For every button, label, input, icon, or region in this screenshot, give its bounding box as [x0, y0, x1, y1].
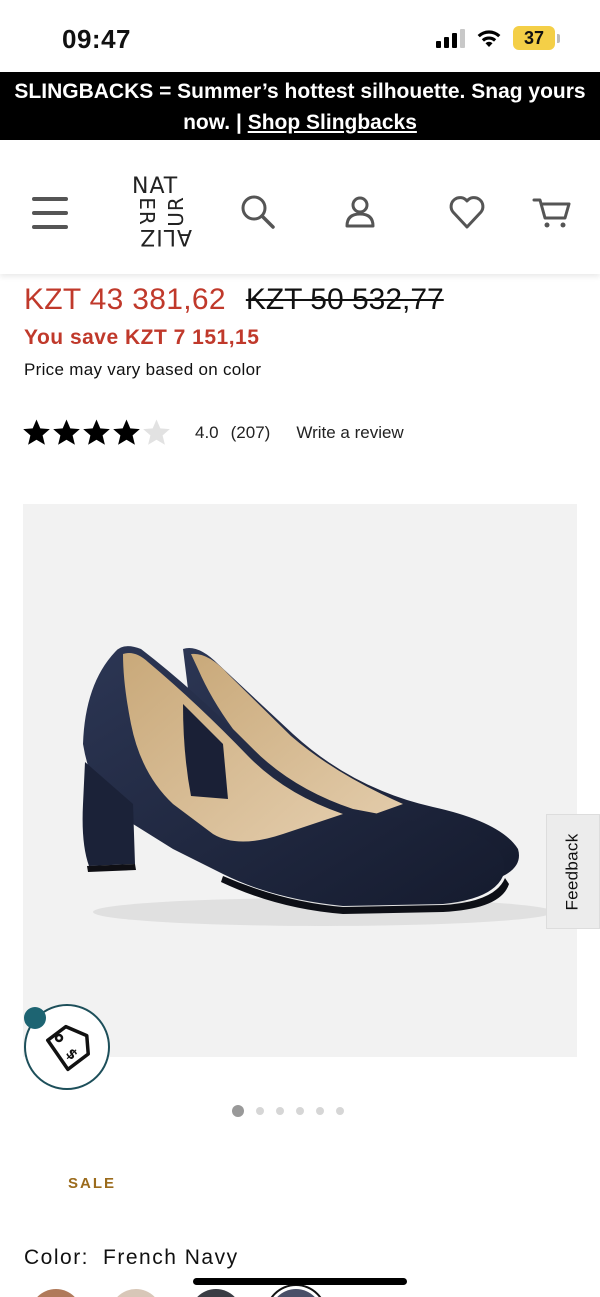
- star-rating[interactable]: [22, 418, 171, 447]
- savings-text: You save KZT 7 151,15: [24, 326, 260, 349]
- color-selection: Color: French Navy: [24, 1246, 239, 1270]
- account-icon[interactable]: [340, 192, 380, 232]
- status-bar: 09:47 37: [0, 0, 600, 72]
- color-swatch[interactable]: [190, 1289, 242, 1297]
- notification-dot: [24, 1007, 46, 1029]
- color-label: Color:: [24, 1246, 90, 1269]
- color-swatch[interactable]: [30, 1289, 82, 1297]
- carousel-dot[interactable]: [256, 1107, 264, 1115]
- color-swatch[interactable]: [110, 1289, 162, 1297]
- feedback-label: Feedback: [563, 832, 582, 911]
- cart-icon[interactable]: [532, 192, 572, 232]
- price-row: KZT 43 381,62 KZT 50 532,77: [24, 283, 444, 317]
- sale-label: SALE: [68, 1175, 117, 1192]
- status-time: 09:47: [62, 24, 131, 54]
- battery-icon: 37: [513, 26, 560, 50]
- site-header: NAT ER UR ALIZ: [0, 140, 600, 274]
- navy-pump-shoes-image: [82, 646, 553, 926]
- feedback-tab[interactable]: Feedback: [546, 814, 600, 929]
- star-filled-icon: [83, 419, 110, 445]
- home-indicator: [193, 1278, 407, 1285]
- heart-icon[interactable]: [447, 192, 487, 232]
- menu-icon[interactable]: [32, 197, 68, 229]
- star-filled-icon: [23, 419, 50, 445]
- status-icons: 37: [436, 26, 560, 50]
- carousel-dot[interactable]: [276, 1107, 284, 1115]
- write-review-link[interactable]: Write a review: [296, 423, 403, 443]
- color-swatch[interactable]: [270, 1289, 322, 1297]
- price-note: Price may vary based on color: [24, 360, 262, 379]
- carousel-dot[interactable]: [336, 1107, 344, 1115]
- battery-level: 37: [513, 26, 555, 50]
- star-filled-icon: [113, 419, 140, 445]
- rating-value: 4.0: [195, 422, 219, 442]
- shop-slingbacks-link[interactable]: Shop Slingbacks: [248, 111, 417, 134]
- carousel-dot[interactable]: [296, 1107, 304, 1115]
- color-value: French Navy: [103, 1246, 239, 1269]
- cellular-signal-icon: [436, 28, 465, 48]
- wifi-icon: [477, 30, 501, 47]
- carousel-dot[interactable]: [316, 1107, 324, 1115]
- original-price: KZT 50 532,77: [245, 283, 444, 316]
- image-carousel-dots: [232, 1105, 344, 1117]
- product-image[interactable]: [23, 504, 577, 1057]
- star-filled-icon: [53, 419, 80, 445]
- promo-banner: SLINGBACKS = Summer’s hottest silhouette…: [0, 72, 600, 140]
- carousel-dot[interactable]: [232, 1105, 244, 1117]
- sale-price: KZT 43 381,62: [24, 283, 226, 316]
- search-icon[interactable]: [238, 192, 278, 232]
- review-count[interactable]: (207): [231, 423, 271, 443]
- color-swatches: [30, 1283, 590, 1297]
- logo-line-2-right: UR: [164, 196, 189, 227]
- rating-row: 4.0 (207) Write a review: [22, 418, 404, 447]
- naturalizer-logo[interactable]: NAT ER UR ALIZ: [132, 174, 192, 249]
- price-tag-icon: $: [46, 1024, 90, 1072]
- logo-line-2-left: ER: [134, 197, 159, 226]
- star-empty-icon: [143, 419, 170, 445]
- logo-line-3: ALIZ: [139, 224, 192, 249]
